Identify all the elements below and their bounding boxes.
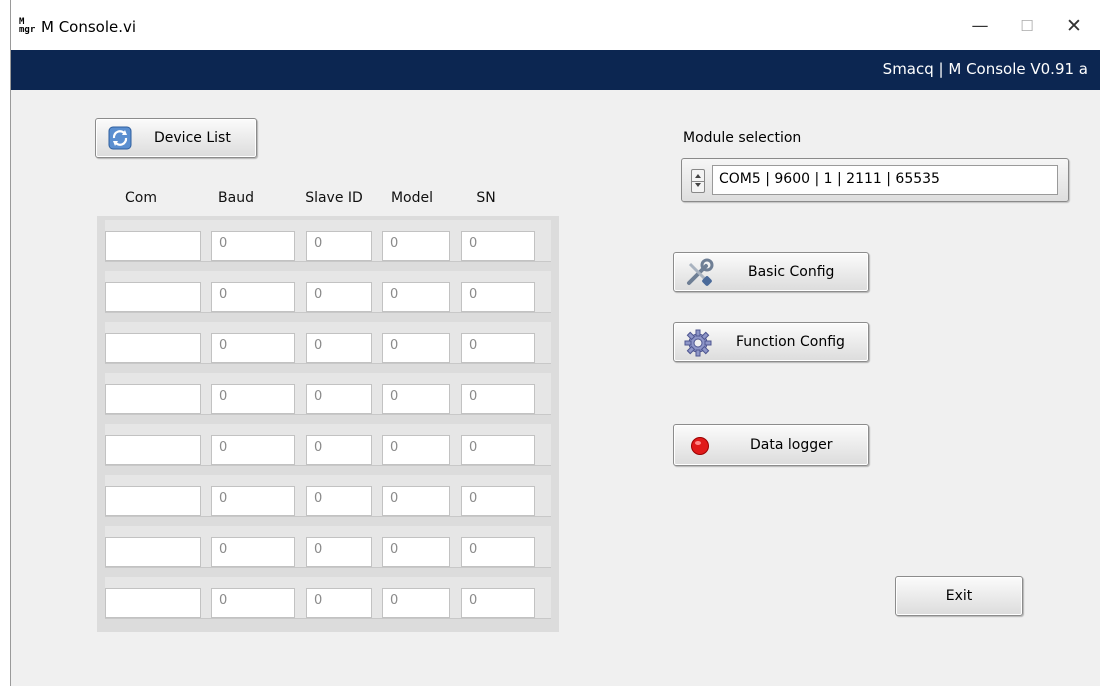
column-header-slave-id: Slave ID xyxy=(305,190,363,206)
data-logger-button[interactable]: Data logger xyxy=(673,424,869,466)
slave-id-field[interactable]: 0 xyxy=(306,537,372,567)
spinner-divider xyxy=(692,181,704,182)
function-config-button[interactable]: Function Config xyxy=(673,322,869,362)
com-field[interactable] xyxy=(105,435,201,465)
baud-field[interactable]: 0 xyxy=(211,384,295,414)
function-config-label: Function Config xyxy=(736,334,845,350)
model-field[interactable]: 0 xyxy=(382,486,450,516)
app-window: M mgr M Console.vi — ☐ ✕ Smacq | M Conso… xyxy=(10,0,1100,686)
column-header-com: Com xyxy=(125,190,157,206)
app-icon-text-bottom: mgr xyxy=(19,25,36,35)
minimize-button[interactable]: — xyxy=(957,10,1003,42)
header-bar: Smacq | M Console V0.91 a xyxy=(11,50,1100,90)
device-table: 0 0 0 0 0 0 0 0 0 0 0 0 0 0 0 0 0 0 0 0 … xyxy=(97,216,559,632)
app-icon: M mgr xyxy=(19,18,36,35)
model-field[interactable]: 0 xyxy=(382,537,450,567)
model-field[interactable]: 0 xyxy=(382,282,450,312)
table-row: 0 0 0 0 xyxy=(105,220,551,262)
slave-id-field[interactable]: 0 xyxy=(306,384,372,414)
arrow-down-icon xyxy=(695,183,701,187)
close-button[interactable]: ✕ xyxy=(1051,10,1097,42)
module-selector[interactable]: COM5 | 9600 | 1 | 2111 | 65535 xyxy=(681,158,1069,202)
device-list-label: Device List xyxy=(154,130,231,146)
com-field[interactable] xyxy=(105,282,201,312)
basic-config-button[interactable]: Basic Config xyxy=(673,252,869,292)
slave-id-field[interactable]: 0 xyxy=(306,435,372,465)
sn-field[interactable]: 0 xyxy=(461,537,535,567)
table-row: 0 0 0 0 xyxy=(105,271,551,313)
column-header-model: Model xyxy=(390,190,434,206)
refresh-icon xyxy=(108,126,132,150)
slave-id-field[interactable]: 0 xyxy=(306,333,372,363)
slave-id-field[interactable]: 0 xyxy=(306,282,372,312)
model-field[interactable]: 0 xyxy=(382,384,450,414)
baud-field[interactable]: 0 xyxy=(211,231,295,261)
minimize-icon: — xyxy=(971,16,989,36)
com-field[interactable] xyxy=(105,384,201,414)
com-field[interactable] xyxy=(105,333,201,363)
close-icon: ✕ xyxy=(1066,15,1082,37)
spinner-icon[interactable] xyxy=(691,169,705,193)
sn-field[interactable]: 0 xyxy=(461,486,535,516)
slave-id-field[interactable]: 0 xyxy=(306,588,372,618)
baud-field[interactable]: 0 xyxy=(211,537,295,567)
table-row: 0 0 0 0 xyxy=(105,526,551,568)
model-field[interactable]: 0 xyxy=(382,333,450,363)
sn-field[interactable]: 0 xyxy=(461,231,535,261)
title-bar: M mgr M Console.vi — ☐ ✕ xyxy=(11,0,1100,50)
brand-text: Smacq | M Console V0.91 a xyxy=(882,60,1088,78)
slave-id-field[interactable]: 0 xyxy=(306,486,372,516)
baud-field[interactable]: 0 xyxy=(211,435,295,465)
column-header-sn: SN xyxy=(476,190,496,206)
com-field[interactable] xyxy=(105,537,201,567)
sn-field[interactable]: 0 xyxy=(461,333,535,363)
data-logger-label: Data logger xyxy=(750,437,833,453)
com-field[interactable] xyxy=(105,486,201,516)
model-field[interactable]: 0 xyxy=(382,588,450,618)
maximize-icon: ☐ xyxy=(1020,17,1034,35)
table-row: 0 0 0 0 xyxy=(105,373,551,415)
window-title: M Console.vi xyxy=(41,18,137,36)
baud-field[interactable]: 0 xyxy=(211,282,295,312)
baud-field[interactable]: 0 xyxy=(211,333,295,363)
maximize-button[interactable]: ☐ xyxy=(1004,10,1050,42)
baud-field[interactable]: 0 xyxy=(211,486,295,516)
table-row: 0 0 0 0 xyxy=(105,424,551,466)
arrow-up-icon xyxy=(695,174,701,178)
gear-icon xyxy=(684,329,712,357)
sn-field[interactable]: 0 xyxy=(461,384,535,414)
slave-id-field[interactable]: 0 xyxy=(306,231,372,261)
sn-field[interactable]: 0 xyxy=(461,282,535,312)
tools-icon xyxy=(687,258,714,286)
module-selection-label: Module selection xyxy=(683,130,802,146)
model-field[interactable]: 0 xyxy=(382,435,450,465)
exit-label: Exit xyxy=(945,588,973,604)
sn-field[interactable]: 0 xyxy=(461,435,535,465)
table-row: 0 0 0 0 xyxy=(105,322,551,364)
exit-button[interactable]: Exit xyxy=(895,576,1023,616)
sn-field[interactable]: 0 xyxy=(461,588,535,618)
com-field[interactable] xyxy=(105,231,201,261)
column-header-baud: Baud xyxy=(218,190,254,206)
table-row: 0 0 0 0 xyxy=(105,475,551,517)
com-field[interactable] xyxy=(105,588,201,618)
module-selection-value: COM5 | 9600 | 1 | 2111 | 65535 xyxy=(712,165,1058,195)
model-field[interactable]: 0 xyxy=(382,231,450,261)
table-row: 0 0 0 0 xyxy=(105,577,551,619)
basic-config-label: Basic Config xyxy=(748,264,835,280)
baud-field[interactable]: 0 xyxy=(211,588,295,618)
record-icon xyxy=(691,437,709,455)
device-list-button[interactable]: Device List xyxy=(95,118,257,158)
